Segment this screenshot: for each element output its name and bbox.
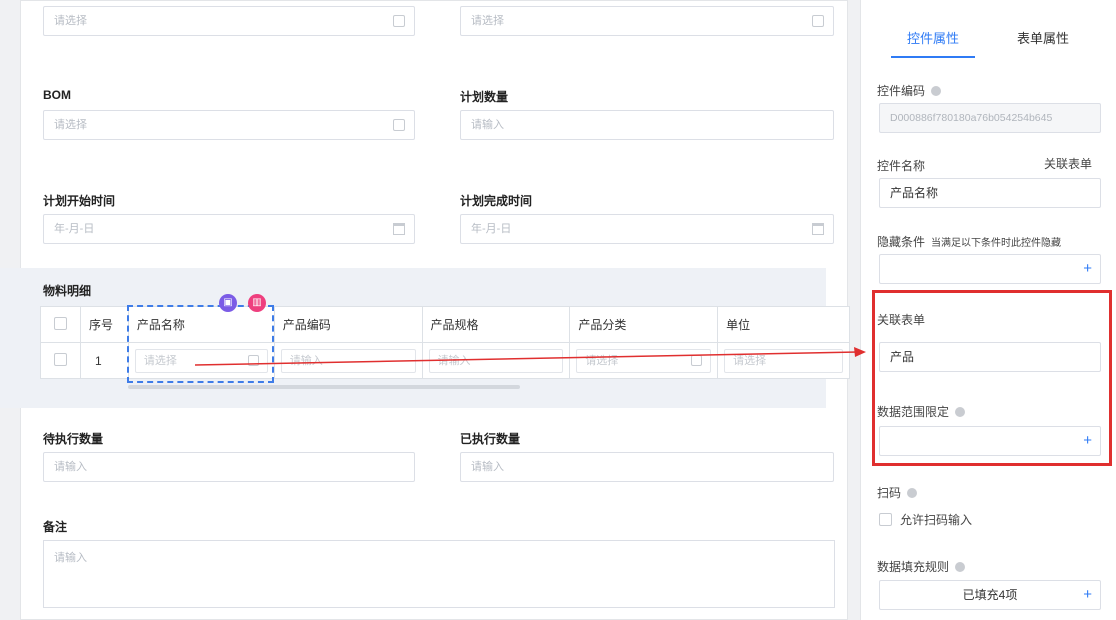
arrow-head [854, 347, 866, 357]
annotation-arrow [194, 347, 866, 366]
arrow-line [194, 351, 859, 366]
